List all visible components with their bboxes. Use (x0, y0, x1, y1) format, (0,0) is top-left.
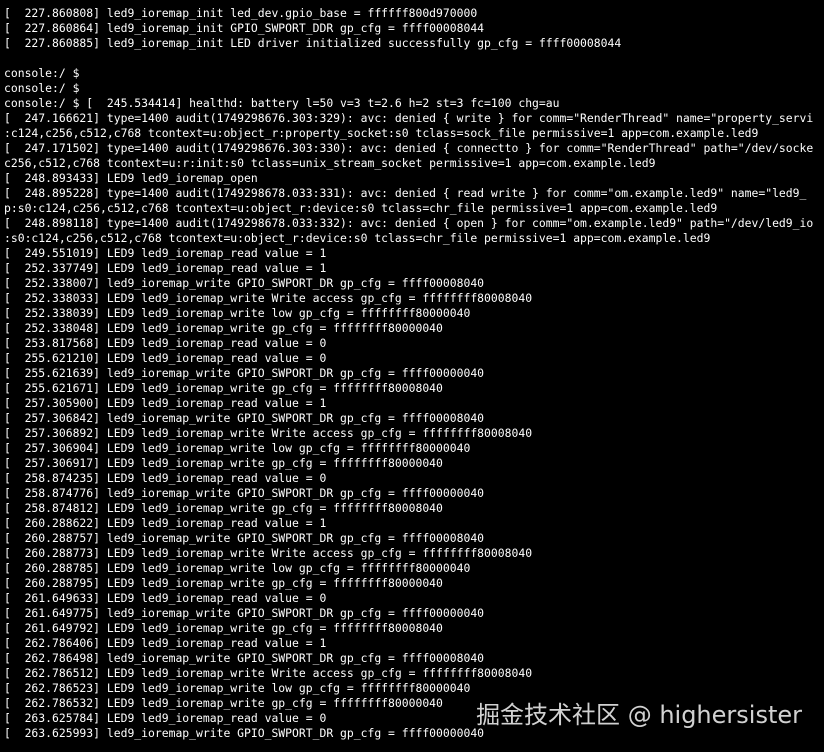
terminal-line: [ 257.306904] LED9 led9_ioremap_write lo… (4, 441, 471, 455)
terminal-output: [ 227.860808] led9_ioremap_init led_dev.… (4, 6, 824, 741)
terminal-line: [ 258.874776] led9_ioremap_write GPIO_SW… (4, 486, 485, 500)
terminal-line: [ 258.874812] LED9 led9_ioremap_write gp… (4, 501, 443, 515)
terminal-line: [ 252.338033] LED9 led9_ioremap_write Wr… (4, 291, 533, 305)
terminal-line: [ 248.895228] type=1400 audit(1749298678… (4, 186, 807, 200)
terminal-line: [ 255.621639] led9_ioremap_write GPIO_SW… (4, 366, 485, 380)
terminal-line: [ 257.306892] LED9 led9_ioremap_write Wr… (4, 426, 533, 440)
terminal-line: [ 261.649775] led9_ioremap_write GPIO_SW… (4, 606, 485, 620)
terminal-window[interactable]: [ 227.860808] led9_ioremap_init led_dev.… (0, 0, 824, 752)
terminal-line: [ 262.786498] led9_ioremap_write GPIO_SW… (4, 651, 485, 665)
terminal-line: [ 252.338048] LED9 led9_ioremap_write gp… (4, 321, 443, 335)
terminal-line: p:s0:c124,c256,c512,c768 tcontext=u:obje… (4, 201, 718, 215)
watermark: 掘金技术社区 @ highersister (476, 701, 802, 729)
terminal-line: [ 227.860885] led9_ioremap_init LED driv… (4, 36, 622, 50)
terminal-line: [ 253.817568] LED9 led9_ioremap_read val… (4, 336, 327, 350)
terminal-line: [ 227.860864] led9_ioremap_init GPIO_SWP… (4, 21, 485, 35)
terminal-line: c256,c512,c768 tcontext=u:r:init:s0 tcla… (4, 156, 656, 170)
terminal-line: [ 258.874235] LED9 led9_ioremap_read val… (4, 471, 327, 485)
terminal-line: :s0:c124,c256,c512,c768 tcontext=u:objec… (4, 231, 711, 245)
terminal-line: [ 261.649792] LED9 led9_ioremap_write gp… (4, 621, 443, 635)
terminal-line: [ 252.337749] LED9 led9_ioremap_read val… (4, 261, 327, 275)
terminal-line: [ 247.166621] type=1400 audit(1749298676… (4, 111, 814, 125)
terminal-line: [ 262.786406] LED9 led9_ioremap_read val… (4, 636, 327, 650)
terminal-line: [ 252.338007] led9_ioremap_write GPIO_SW… (4, 276, 485, 290)
terminal-line: [ 249.551019] LED9 led9_ioremap_read val… (4, 246, 327, 260)
terminal-line: [ 257.306917] LED9 led9_ioremap_write gp… (4, 456, 443, 470)
terminal-line: [ 260.288785] LED9 led9_ioremap_write lo… (4, 561, 471, 575)
terminal-line: [ 227.860808] led9_ioremap_init led_dev.… (4, 6, 478, 20)
terminal-line: [ 255.621671] LED9 led9_ioremap_write gp… (4, 381, 443, 395)
terminal-line: [ 260.288795] LED9 led9_ioremap_write gp… (4, 576, 443, 590)
terminal-line: :c124,c256,c512,c768 tcontext=u:object_r… (4, 126, 759, 140)
terminal-prompt-line: console:/ $ (4, 81, 80, 95)
terminal-prompt-line: console:/ $ [ 245.534414] healthd: batte… (4, 96, 560, 110)
terminal-line: [ 257.305900] LED9 led9_ioremap_read val… (4, 396, 327, 410)
terminal-line: [ 260.288757] led9_ioremap_write GPIO_SW… (4, 531, 485, 545)
terminal-line: [ 261.649633] LED9 led9_ioremap_read val… (4, 591, 327, 605)
terminal-line: [ 257.306842] led9_ioremap_write GPIO_SW… (4, 411, 485, 425)
terminal-line: [ 262.786512] LED9 led9_ioremap_write Wr… (4, 666, 533, 680)
terminal-line: [ 252.338039] LED9 led9_ioremap_write lo… (4, 306, 471, 320)
terminal-line: [ 247.171502] type=1400 audit(1749298676… (4, 141, 814, 155)
terminal-prompt-line: console:/ $ (4, 66, 80, 80)
terminal-line: [ 255.621210] LED9 led9_ioremap_read val… (4, 351, 327, 365)
terminal-line: [ 248.893433] LED9 led9_ioremap_open (4, 171, 258, 185)
terminal-line: [ 262.786523] LED9 led9_ioremap_write lo… (4, 681, 471, 695)
terminal-line: [ 260.288622] LED9 led9_ioremap_read val… (4, 516, 327, 530)
terminal-line: [ 260.288773] LED9 led9_ioremap_write Wr… (4, 546, 533, 560)
terminal-line: [ 248.898118] type=1400 audit(1749298678… (4, 216, 814, 230)
